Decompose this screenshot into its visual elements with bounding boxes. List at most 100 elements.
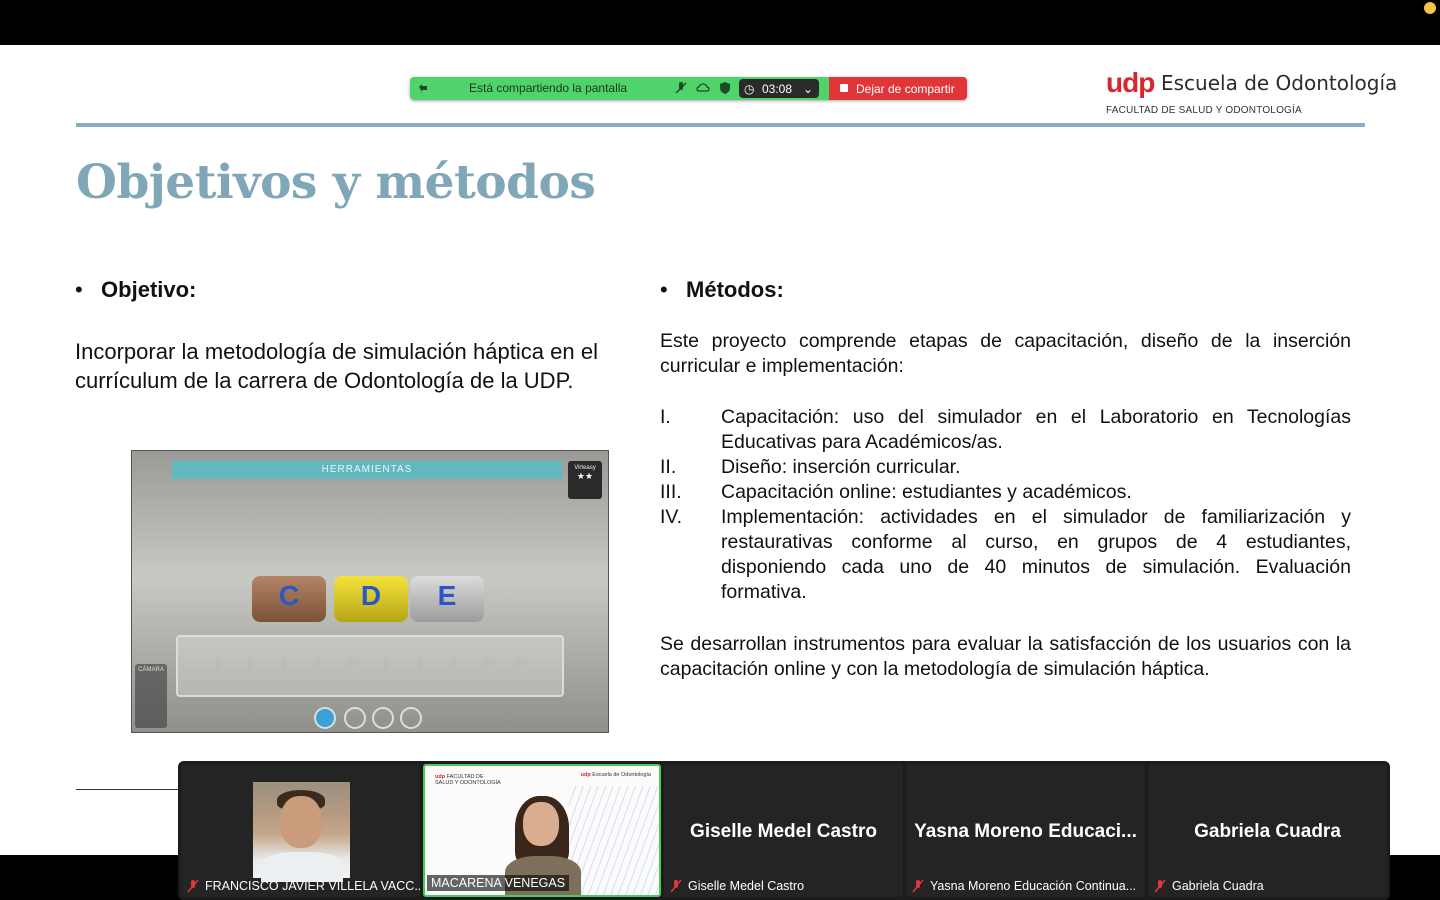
settings-icon — [400, 707, 422, 729]
chevron-down-icon: ⌄ — [803, 82, 814, 96]
face — [280, 796, 322, 848]
mic-muted-icon — [912, 879, 924, 893]
logo-brand: udp — [1106, 67, 1155, 98]
share-status: Está compartiendo la pantalla ◷ 03:08 ⌄ — [410, 77, 829, 100]
tool-icon — [282, 658, 285, 678]
list-item: II. Diseño: inserción curricular. — [660, 455, 1351, 480]
participant-label: MACARENA VENEGAS — [427, 875, 570, 891]
mic-muted-icon — [187, 879, 199, 893]
simulator-header: HERRAMIENTAS — [172, 461, 562, 479]
shirt — [261, 852, 343, 882]
list-icon — [372, 707, 394, 729]
mic-off-icon[interactable] — [674, 81, 688, 95]
clock-icon: ◷ — [744, 82, 755, 96]
tool-circle-icon — [344, 707, 366, 729]
participant-label: Yasna Moreno Educación Continua... — [912, 879, 1136, 893]
metodos-heading-text: Métodos: — [686, 277, 784, 302]
participant-photo — [253, 782, 350, 882]
shared-slide: udp Escuela de Odontología FACULTAD DE S… — [0, 45, 1440, 855]
list-number: II. — [660, 456, 677, 478]
metodos-intro: Este proyecto comprende etapas de capaci… — [660, 330, 1351, 377]
participant-label: FRANCISCO JAVIER VILLELA VACC... — [187, 879, 420, 893]
tool-icon — [418, 658, 421, 678]
drag-handle-icon[interactable] — [416, 81, 430, 95]
mic-muted-icon — [670, 879, 682, 893]
participant-name: Giselle Medel Castro — [688, 879, 805, 893]
block-d-letter: D — [360, 580, 382, 611]
stop-share-label: Dejar de compartir — [856, 82, 955, 96]
camera-panel: CÁMARA — [135, 664, 167, 728]
list-text: Capacitación: uso del simulador en el La… — [721, 406, 1351, 453]
udp-logo: udp Escuela de Odontología FACULTAD DE S… — [1106, 67, 1397, 122]
tool-icon — [384, 658, 387, 678]
window-control-icon[interactable] — [1424, 2, 1436, 14]
tool-icon — [248, 658, 251, 678]
top-bar — [0, 0, 1440, 45]
participant-name: MACARENA VENEGAS — [431, 876, 566, 890]
list-number: I. — [660, 406, 671, 428]
list-text: Diseño: inserción curricular. — [721, 456, 961, 478]
block-e-letter: E — [437, 580, 457, 611]
list-text: Capacitación online: estudiantes y acadé… — [721, 481, 1132, 503]
list-number: IV. — [660, 506, 683, 528]
tool-icon — [216, 658, 219, 678]
objetivo-heading-text: Objetivo: — [101, 277, 197, 302]
slide-title: Objetivos y métodos — [76, 155, 596, 210]
participant-label: Gabriela Cuadra — [1154, 879, 1264, 893]
tool-icon — [350, 658, 353, 678]
participant-name: Yasna Moreno Educación Continua... — [930, 879, 1137, 893]
metodos-list: I. Capacitación: uso del simulador en el … — [660, 405, 1351, 605]
metodos-heading: • Métodos: — [660, 277, 784, 302]
shield-icon[interactable] — [718, 81, 732, 95]
participant-big-name: Yasna Moreno Educaci... — [914, 821, 1137, 842]
list-number: III. — [660, 481, 682, 503]
objetivo-heading: • Objetivo: — [75, 277, 197, 302]
list-item: III. Capacitación online: estudiantes y a… — [660, 480, 1351, 505]
tool-icon — [486, 658, 489, 678]
participant-tile[interactable]: FRANCISCO JAVIER VILLELA VACC... — [181, 764, 420, 897]
list-text: Implementación: actividades en el simula… — [721, 506, 1351, 603]
video-logo-right: udp Escuela de Odontología — [580, 772, 651, 778]
simulator-badge: Virteasy ★★ — [568, 461, 602, 499]
participant-tile[interactable]: Yasna Moreno Educaci... Yasna Moreno Edu… — [906, 764, 1145, 897]
share-toolbar: Está compartiendo la pantalla ◷ 03:08 ⌄ … — [410, 77, 967, 100]
block-e: E — [410, 576, 484, 622]
objetivo-text: Incorporar la metodología de simulación … — [75, 339, 598, 393]
simulator-screenshot: HERRAMIENTAS Virteasy ★★ C D E CÁMARA — [131, 450, 609, 733]
timer-value: 03:08 — [762, 82, 793, 96]
footnote-rule — [76, 789, 186, 790]
participant-tile-active[interactable]: udp FACULTAD DE SALUD Y ODONTOLOGÍA udp E… — [423, 764, 661, 897]
meeting-timer[interactable]: ◷ 03:08 ⌄ — [739, 79, 819, 98]
tool-tray — [176, 635, 564, 697]
block-c-letter: C — [278, 580, 300, 611]
list-item: I. Capacitación: uso del simulador en el … — [660, 405, 1351, 455]
video-background-lines — [569, 786, 659, 895]
participant-label: Giselle Medel Castro — [670, 879, 804, 893]
stop-share-button[interactable]: Dejar de compartir — [829, 77, 967, 100]
participant-big-name: Giselle Medel Castro — [690, 821, 877, 842]
participant-tile[interactable]: Giselle Medel Castro Giselle Medel Castr… — [664, 764, 903, 897]
logo-school: Escuela de Odontología — [1161, 71, 1398, 95]
mic-muted-icon — [1154, 879, 1166, 893]
participant-tile[interactable]: Gabriela Cuadra Gabriela Cuadra — [1148, 764, 1387, 897]
cloud-icon[interactable] — [696, 81, 710, 95]
tool-icon — [518, 658, 521, 678]
logo-faculty: FACULTAD DE SALUD Y ODONTOLOGÍA — [1106, 105, 1302, 116]
block-d: D — [334, 576, 408, 622]
header-rule — [76, 123, 1365, 127]
pen-icon — [314, 707, 336, 729]
participant-name: FRANCISCO JAVIER VILLELA VACC... — [205, 879, 420, 893]
participant-big-name: Gabriela Cuadra — [1194, 821, 1341, 842]
sharing-status-text: Está compartiendo la pantalla — [469, 81, 628, 95]
camera-label: CÁMARA — [138, 667, 164, 673]
block-c: C — [252, 576, 326, 622]
stars-icon: ★★ — [576, 471, 594, 481]
participant-name: Gabriela Cuadra — [1172, 879, 1264, 893]
metodos-outro: Se desarrollan instrumentos para evaluar… — [660, 633, 1351, 680]
tool-icon — [316, 658, 319, 678]
video-logo-left: udp FACULTAD DE SALUD Y ODONTOLOGÍA — [435, 774, 501, 786]
face — [523, 802, 559, 846]
list-item: IV. Implementación: actividades en el sim… — [660, 505, 1351, 605]
tool-icon — [452, 658, 455, 678]
stop-icon — [840, 84, 848, 92]
